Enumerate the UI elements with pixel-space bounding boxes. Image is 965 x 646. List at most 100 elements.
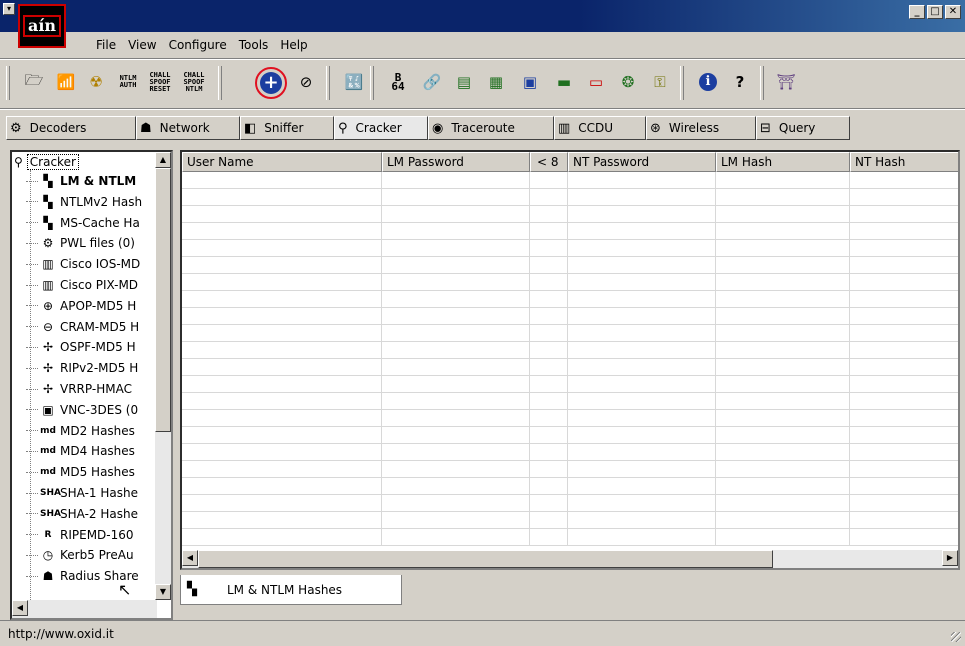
col-nt-hash[interactable]: NT Hash xyxy=(850,152,958,172)
table-row[interactable] xyxy=(182,240,958,257)
vpn-icon[interactable]: ▦ xyxy=(482,68,510,96)
tab-network[interactable]: ☗ Network xyxy=(136,116,240,140)
col-lm-hash[interactable]: LM Hash xyxy=(716,152,850,172)
key-icon[interactable]: ⚿ xyxy=(646,68,674,96)
remove-icon[interactable]: ⊘ xyxy=(292,68,320,96)
tab-sniffer[interactable]: ◧ Sniffer xyxy=(240,116,334,140)
network-card-icon[interactable]: 📶 xyxy=(52,68,80,96)
info-icon[interactable]: ℹ xyxy=(694,68,722,96)
table-row[interactable] xyxy=(182,393,958,410)
table-row[interactable] xyxy=(182,342,958,359)
hash-table[interactable]: User Name LM Password < 8 NT Password LM… xyxy=(180,150,960,570)
tab-query[interactable]: ⊟ Query xyxy=(756,116,850,140)
scroll-up-button[interactable]: ▲ xyxy=(155,152,171,168)
toolbar-grip[interactable] xyxy=(6,66,10,100)
tree-item[interactable]: ⊕ APOP-MD5 H xyxy=(26,297,171,315)
col-user-name[interactable]: User Name xyxy=(182,152,382,172)
tree-horizontal-scrollbar[interactable]: ◀ xyxy=(12,600,157,618)
tree-root[interactable]: ⚲ Cracker xyxy=(14,154,79,170)
table-row[interactable] xyxy=(182,291,958,308)
tree-item[interactable]: R RIPEMD-160 xyxy=(26,526,171,544)
system-menu-icon[interactable]: ▾ xyxy=(3,3,15,15)
table-row[interactable] xyxy=(182,495,958,512)
col-nt-password[interactable]: NT Password xyxy=(568,152,716,172)
tree-item[interactable]: ▚ NTLMv2 Hash xyxy=(26,193,171,211)
rdp-icon[interactable]: ▣ xyxy=(516,68,544,96)
tree-item[interactable]: ⊖ CRAM-MD5 H xyxy=(26,318,171,336)
col-lm-password[interactable]: LM Password xyxy=(382,152,530,172)
tree-item[interactable]: md MD4 Hashes xyxy=(26,442,171,460)
radioactive-icon[interactable]: ☢ xyxy=(82,68,110,96)
tree-item[interactable]: ▚ LM & NTLM xyxy=(26,172,171,190)
table-row[interactable] xyxy=(182,274,958,291)
table-row[interactable] xyxy=(182,376,958,393)
chall-spoof-reset-icon[interactable]: CHALL SPOOF RESET xyxy=(146,68,174,96)
tree-item[interactable]: ◷ Kerb5 PreAu xyxy=(26,546,171,564)
exit-icon[interactable]: ⛩ xyxy=(772,68,800,96)
tree-item[interactable]: ▥ Cisco PIX-MD xyxy=(26,276,171,294)
tree-item[interactable]: ⚙ PWL files (0) xyxy=(26,234,171,252)
table-row[interactable] xyxy=(182,359,958,376)
tab-traceroute[interactable]: ◉ Traceroute xyxy=(428,116,554,140)
test-icon[interactable]: 🔣 xyxy=(340,68,368,96)
chall-spoof-ntlm-icon[interactable]: CHALL SPOOF NTLM xyxy=(180,68,208,96)
menu-view[interactable]: View xyxy=(122,36,162,54)
terminal-icon[interactable]: ▬ xyxy=(550,68,578,96)
tree-item[interactable]: SHA SHA-1 Hashe xyxy=(26,484,171,502)
open-icon[interactable]: 🗁 xyxy=(20,68,48,96)
hash-calc-icon[interactable]: ▤ xyxy=(450,68,478,96)
table-row[interactable] xyxy=(182,410,958,427)
tree-item[interactable]: ▚ MS-Cache Ha xyxy=(26,214,171,232)
tab-cracker[interactable]: ⚲ Cracker xyxy=(334,116,428,140)
tree-item[interactable]: ▣ VNC-3DES (0 xyxy=(26,401,171,419)
tree-item[interactable]: ✢ VRRP-HMAC xyxy=(26,380,171,398)
cracker-tree[interactable]: ⚲ Cracker ▚ LM & NTLM ▚ NTLMv2 Hash ▚ MS-Cach… xyxy=(10,150,173,620)
add-button[interactable]: + xyxy=(254,66,288,100)
tab-decoders[interactable]: ⚙ Decoders xyxy=(6,116,136,140)
scroll-thumb[interactable] xyxy=(155,168,171,432)
table-row[interactable] xyxy=(182,461,958,478)
table-row[interactable] xyxy=(182,478,958,495)
table-row[interactable] xyxy=(182,189,958,206)
tree-vertical-scrollbar[interactable]: ▲ ▼ xyxy=(155,152,171,600)
menu-help[interactable]: Help xyxy=(274,36,313,54)
globe-icon[interactable]: ❂ xyxy=(614,68,642,96)
tree-item[interactable]: md MD2 Hashes xyxy=(26,422,171,440)
maximize-button[interactable]: □ xyxy=(927,5,943,19)
col-lt8[interactable]: < 8 xyxy=(530,152,568,172)
menu-file[interactable]: File xyxy=(96,36,122,54)
tree-item[interactable]: ✢ RIPv2-MD5 H xyxy=(26,359,171,377)
tree-item[interactable]: ✢ OSPF-MD5 H xyxy=(26,338,171,356)
tree-item[interactable]: SHA SHA-2 Hashe xyxy=(26,505,171,523)
tab-wireless[interactable]: ⊛ Wireless xyxy=(646,116,756,140)
help-icon[interactable]: ? xyxy=(726,68,754,96)
scroll-left-button[interactable]: ◀ xyxy=(182,550,198,566)
scroll-right-button[interactable]: ▶ xyxy=(942,550,958,566)
table-row[interactable] xyxy=(182,206,958,223)
menu-tools[interactable]: Tools xyxy=(233,36,275,54)
table-row[interactable] xyxy=(182,325,958,342)
table-row[interactable] xyxy=(182,427,958,444)
scroll-down-button[interactable]: ▼ xyxy=(155,584,171,600)
tree-item[interactable]: md MD5 Hashes xyxy=(26,463,171,481)
tab-lm-ntlm-hashes[interactable]: ▚ LM & NTLM Hashes xyxy=(180,575,402,605)
table-row[interactable] xyxy=(182,172,958,189)
wireless-icon[interactable]: 🔗 xyxy=(418,68,446,96)
scroll-left-button[interactable]: ◀ xyxy=(12,600,28,616)
minimize-button[interactable]: _ xyxy=(909,5,925,19)
close-button[interactable]: ✕ xyxy=(945,5,961,19)
table-row[interactable] xyxy=(182,257,958,274)
table-row[interactable] xyxy=(182,444,958,461)
menu-configure[interactable]: Configure xyxy=(163,36,233,54)
scroll-thumb[interactable] xyxy=(198,550,773,568)
tree-item[interactable]: ☗ Radius Share xyxy=(26,567,171,585)
table-row[interactable] xyxy=(182,308,958,325)
ntlm-auth-icon[interactable]: NTLM AUTH xyxy=(114,68,142,96)
monitor-icon[interactable]: ▭ xyxy=(582,68,610,96)
table-row[interactable] xyxy=(182,529,958,546)
tab-ccdu[interactable]: ▥ CCDU xyxy=(554,116,646,140)
table-row[interactable] xyxy=(182,223,958,240)
resize-grip[interactable] xyxy=(951,632,961,642)
base64-icon[interactable]: B 64 xyxy=(384,68,412,96)
table-row[interactable] xyxy=(182,512,958,529)
